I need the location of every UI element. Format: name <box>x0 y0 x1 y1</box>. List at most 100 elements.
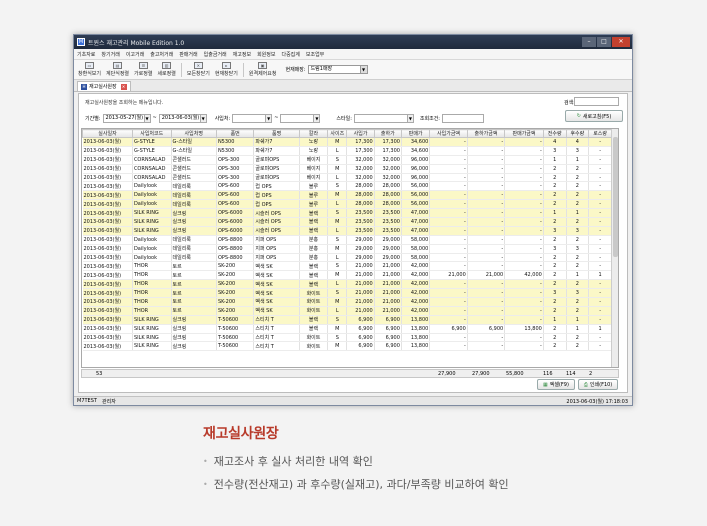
column-header[interactable]: 판매가 <box>400 129 431 138</box>
menu-item-aux[interactable]: 보조업무 <box>306 51 324 58</box>
column-header[interactable]: 후수량 <box>565 129 590 138</box>
column-header[interactable]: 사이즈 <box>327 129 348 138</box>
table-cell: SILK RING <box>132 315 172 325</box>
table-row[interactable]: 2013-06-03(월) THOR 토르 SK-200 벡색 SK 블랙 M 21,000 2… <box>82 270 612 281</box>
table-row[interactable]: 2013-06-03(월) SILK RING 실크링 OPS-6000 시슬러 OPS… <box>82 226 612 236</box>
printer-icon: ⎙ <box>583 381 588 388</box>
tab-close-icon[interactable]: ✕ <box>120 83 127 90</box>
minimize-icon[interactable]: – <box>582 37 596 47</box>
table-row[interactable]: 2013-06-03(월) SILK RING 실크링 T-50600 스티치 T 화이트… <box>82 333 612 343</box>
cascade-view-button[interactable]: ▭ 창환식보기 <box>78 62 101 77</box>
menu-item-transfer[interactable]: 이고거래 <box>126 51 144 58</box>
column-header[interactable]: 판매가금액 <box>504 129 544 138</box>
table-cell: 2 <box>543 217 567 227</box>
column-header[interactable]: 사입처명 <box>170 129 217 138</box>
table-cell: - <box>504 208 544 219</box>
menu-item-sales[interactable]: 판매거래 <box>179 51 197 58</box>
table-row[interactable]: 2013-06-03(월) SILK RING 실크링 T-50600 스티치 T 화이트… <box>82 341 612 352</box>
table-cell: - <box>588 190 612 201</box>
search-input[interactable] <box>574 97 619 106</box>
table-row[interactable]: 2013-06-03(월) Dailylook 데일리룩 OPS-8800 지퍼 OPS… <box>82 235 612 245</box>
table-row[interactable]: 2013-06-03(월) SILK RING 실크링 OPS-6000 시슬러 OPS… <box>82 217 612 227</box>
close-all-icon: ✕ <box>193 62 203 69</box>
excel-button[interactable]: ▦ 엑셀(F9) <box>537 379 575 390</box>
table-row[interactable]: 2013-06-03(월) G-STYLE G-스타일 N5300 파쉐가7 노랑 L 17,… <box>82 146 612 156</box>
menu-item-members[interactable]: 회원정보 <box>257 51 275 58</box>
table-row[interactable]: 2013-06-03(월) Dailylook 데일리룩 OPS-600 럽 OPS 블루… <box>82 181 612 192</box>
store-select[interactable]: 드림1매장 ▼ <box>307 65 368 74</box>
column-header[interactable]: 사입가 <box>346 129 375 138</box>
table-cell: 베이지 <box>299 155 329 165</box>
table-cell: 토르 <box>171 297 217 307</box>
table-cell: - <box>467 137 506 147</box>
table-row[interactable]: 2013-06-03(월) Dailylook 데일리룩 OPS-600 럽 OPS 블루… <box>82 199 612 210</box>
table-cell: - <box>588 164 612 174</box>
column-header[interactable]: 사입처코드 <box>131 129 172 138</box>
column-header[interactable]: 출하가금액 <box>466 129 506 138</box>
vertical-scrollbar[interactable] <box>611 129 618 367</box>
menu-item-outbound[interactable]: 출고처거래 <box>150 51 173 58</box>
column-header[interactable]: 출하가 <box>373 129 402 138</box>
vertical-align-button[interactable]: ▥ 세로정렬 <box>157 62 176 77</box>
table-cell: 58,000 <box>401 244 431 254</box>
table-row[interactable]: 2013-06-03(월) THOR 토르 SK-200 벡색 SK 블랙 S 21,000 2… <box>82 261 612 272</box>
table-row[interactable]: 2013-06-03(월) CORNSALAD 콘샐러드 OPS-300 골로먀OPS 베… <box>82 155 612 165</box>
date-to-field[interactable]: 2013-06-03(월) ▼ <box>158 113 207 123</box>
table-row[interactable]: 2013-06-03(월) CORNSALAD 콘샐러드 OPS-300 골로먀OPS 베… <box>82 164 612 174</box>
step-align-button[interactable]: ▤ 계단식정렬 <box>106 62 129 77</box>
menu-item-basic[interactable]: 기초자료 <box>77 51 95 58</box>
remote-control-button[interactable]: ▣ 원격제어요청 <box>249 62 276 77</box>
table-row[interactable]: 2013-06-03(월) THOR 토르 SK-200 벡색 SK 화이트 S 21,000… <box>82 288 612 299</box>
menu-item-inventory[interactable]: 재고정보 <box>233 51 251 58</box>
table-cell: 벡색 SK <box>253 270 300 281</box>
table-cell: THOR <box>132 261 172 272</box>
table-row[interactable]: 2013-06-03(월) SILK RING 실크링 T-50600 스티치 T 블랙 M… <box>82 324 612 334</box>
table-row[interactable]: 2013-06-03(월) Dailylook 데일리룩 OPS-8800 지퍼 OPS… <box>82 244 612 254</box>
table-cell: - <box>429 226 468 236</box>
close-icon[interactable]: ✕ <box>612 37 630 47</box>
table-row[interactable]: 2013-06-03(월) THOR 토르 SK-200 벡색 SK 화이트 L 21,000… <box>82 306 612 316</box>
table-cell: 2 <box>566 341 590 352</box>
menu-item-aggregate[interactable]: 다중집계 <box>281 51 299 58</box>
style-select[interactable]: ▼ <box>353 113 414 123</box>
maximize-icon[interactable]: □ <box>597 37 611 47</box>
column-header[interactable]: 전수량 <box>542 129 567 138</box>
print-button[interactable]: ⎙ 인쇄(F10) <box>577 379 619 390</box>
table-row[interactable]: 2013-06-03(월) SILK RING 실크링 T-50600 스티치 T 블랙 S… <box>82 315 612 325</box>
horizontal-align-button[interactable]: ☰ 가로정렬 <box>134 62 152 77</box>
column-header[interactable]: 로스량 <box>588 129 612 138</box>
table-cell: - <box>504 137 544 147</box>
table-cell: - <box>467 199 506 210</box>
warehouse-to-select[interactable]: ▼ <box>280 113 321 123</box>
table-row[interactable]: 2013-06-03(월) CORNSALAD 콘샐러드 OPS-300 골로먀OPS 베… <box>82 173 612 183</box>
tab-inventory-ledger[interactable]: H 재고실사원장 ✕ <box>77 81 131 91</box>
column-header[interactable]: 칼라 <box>298 129 329 138</box>
table-header-row: 실사일자 사입처코드 사입처명 품번 품명 칼라 사이즈 사입가 출하가 판매가 사입가금액 출하가금… <box>82 129 612 138</box>
table-cell: - <box>504 164 544 174</box>
table-row[interactable]: 2013-06-03(월) THOR 토르 SK-200 벡색 SK 블랙 L 21,000 2… <box>82 279 612 290</box>
column-header[interactable]: 실사일자 <box>82 129 133 138</box>
date-from-field[interactable]: 2013-05-27(월) ▼ <box>102 113 151 123</box>
column-header[interactable]: 사입가금액 <box>429 129 468 138</box>
table-cell: 28,000 <box>374 199 402 210</box>
warehouse-from-select[interactable]: ▼ <box>232 113 273 123</box>
table-cell: - <box>588 226 612 236</box>
total-purchase-amount: 27,900 <box>438 371 456 377</box>
table-cell: 파쉐가7 <box>253 137 300 147</box>
table-cell: 2 <box>566 181 590 192</box>
close-all-button[interactable]: ✕ 모든창닫기 <box>187 62 210 77</box>
column-header[interactable]: 품번 <box>215 129 255 138</box>
menu-item-warehouse[interactable]: 창기거래 <box>101 51 119 58</box>
table-cell: T-50600 <box>216 333 255 343</box>
table-row[interactable]: 2013-06-03(월) THOR 토르 SK-200 벡색 SK 화이트 M 21,000… <box>82 297 612 307</box>
menu-item-payments[interactable]: 입출금거래 <box>204 51 227 58</box>
refresh-button[interactable]: ↻ 새로고침(F5) <box>565 110 623 122</box>
table-row[interactable]: 2013-06-03(월) SILK RING 실크링 OPS-6000 시슬러 OPS… <box>82 208 612 219</box>
condition-input[interactable] <box>442 113 484 123</box>
close-current-button[interactable]: ▸ 현재창닫기 <box>215 62 238 77</box>
column-header[interactable]: 품명 <box>253 129 300 138</box>
table-row[interactable]: 2013-06-03(월) Dailylook 데일리룩 OPS-8800 지퍼 OPS… <box>82 253 612 263</box>
table-row[interactable]: 2013-06-03(월) G-STYLE G-스타일 N5300 파쉐가7 노랑 M 17,… <box>82 137 612 147</box>
table-row[interactable]: 2013-06-03(월) Dailylook 데일리룩 OPS-600 럽 OPS 블루… <box>82 190 612 201</box>
scrollbar-thumb[interactable] <box>613 137 618 257</box>
